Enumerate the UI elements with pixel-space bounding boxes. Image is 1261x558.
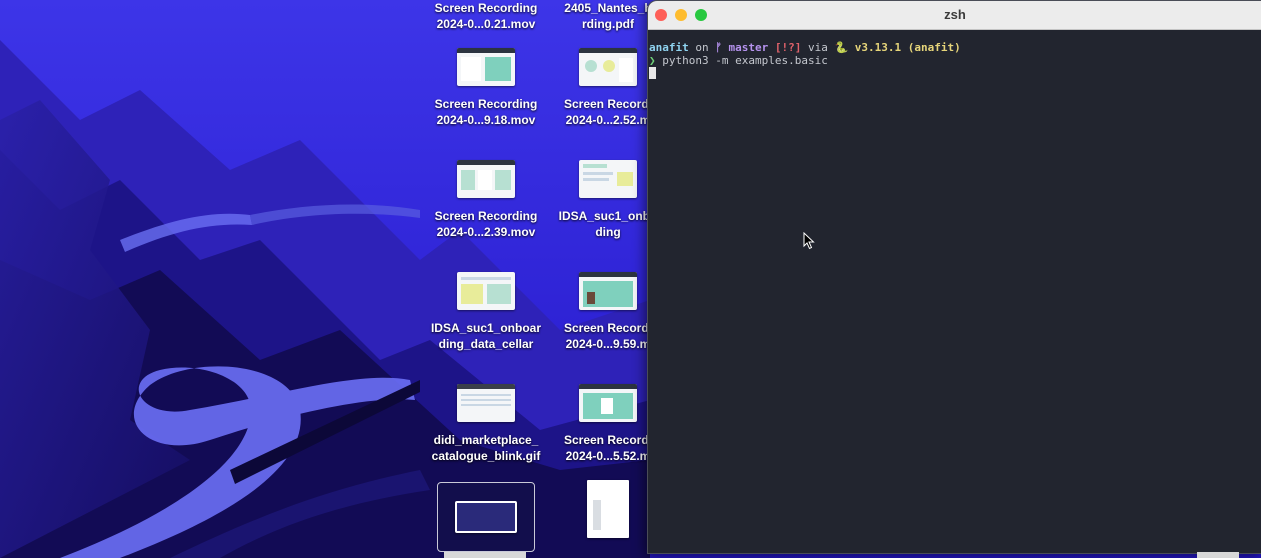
file-thumbnail — [578, 380, 638, 426]
file-thumbnail — [578, 156, 638, 202]
dock-edge — [444, 552, 526, 558]
dock-edge — [1197, 552, 1239, 558]
desktop-icon-screen-recording-4[interactable]: Screen Recording 2024-0...2.39.mov — [424, 156, 548, 240]
git-branch: master — [721, 41, 769, 54]
python-version: v3.13.1 (anafit) — [848, 41, 961, 54]
file-thumbnail — [456, 44, 516, 90]
file-thumbnail — [456, 268, 516, 314]
desktop-icon-screen-recording-1[interactable]: Screen Recording 2024-0...0.21.mov — [424, 0, 548, 32]
terminal-window[interactable]: zsh anafit on ᚠ master [!?] via 🐍 v3.13.… — [647, 0, 1261, 554]
file-thumbnail — [578, 268, 638, 314]
icon-label: IDSA_suc1_onboar ding_data_cellar — [430, 321, 542, 351]
desktop-icon-idsa-data-cellar[interactable]: IDSA_suc1_onboar ding_data_cellar — [424, 268, 548, 352]
text-cursor — [649, 67, 656, 79]
file-thumbnail — [437, 482, 535, 552]
prompt-user: anafit — [649, 41, 689, 54]
git-branch-icon: ᚠ — [715, 41, 722, 54]
desktop-icon-screen-recording-2[interactable]: Screen Recording 2024-0...9.18.mov — [424, 44, 548, 128]
icon-label: didi_marketplace_ catalogue_blink.gif — [431, 433, 541, 463]
prompt-char: ❯ — [649, 54, 656, 67]
file-thumbnail — [456, 156, 516, 202]
prompt-via: via — [801, 41, 835, 54]
desktop-icon-didi-marketplace-gif[interactable]: didi_marketplace_ catalogue_blink.gif — [424, 380, 548, 464]
prompt-on: on — [688, 41, 716, 54]
terminal-titlebar[interactable]: zsh — [648, 1, 1261, 30]
icon-label: Screen Recording 2024-0...0.21.mov — [434, 1, 538, 31]
file-thumbnail — [578, 44, 638, 90]
document-icon — [578, 480, 638, 538]
terminal-output[interactable]: anafit on ᚠ master [!?] via 🐍 v3.13.1 (a… — [648, 30, 1261, 80]
icon-label: Screen Recording 2024-0...9.18.mov — [434, 97, 538, 127]
command-text: python3 -m examples.basic — [655, 54, 828, 67]
mouse-pointer-icon — [803, 232, 815, 250]
desktop-icon-selected-screenshot[interactable] — [424, 482, 548, 552]
git-status: [!?] — [768, 41, 802, 54]
python-icon: 🐍 — [834, 41, 849, 54]
icon-label: Screen Recording 2024-0...2.39.mov — [434, 209, 538, 239]
window-title: zsh — [944, 7, 966, 22]
file-thumbnail — [456, 380, 516, 426]
